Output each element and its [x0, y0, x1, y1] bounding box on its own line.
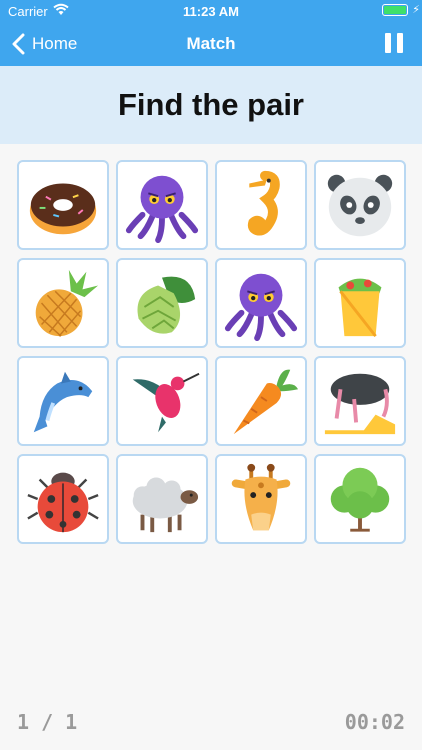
back-button-label: Home	[32, 34, 78, 53]
card-dolphin[interactable]	[17, 356, 109, 446]
sheep-icon	[132, 477, 199, 533]
back-button[interactable]: Home	[10, 32, 77, 56]
seahorse-icon	[247, 170, 280, 236]
card-grid	[17, 160, 406, 544]
tree-icon	[330, 467, 390, 532]
card-sheep[interactable]	[116, 454, 208, 544]
card-hummingbird[interactable]	[116, 356, 208, 446]
card-giraffe[interactable]	[215, 454, 307, 544]
hummingbird-icon	[132, 372, 200, 433]
pause-icon-bar	[397, 33, 403, 53]
card-seahorse[interactable]	[215, 160, 307, 250]
progress-counter: 1 / 1	[17, 710, 78, 734]
pause-icon-bar	[385, 33, 391, 53]
octopus-icon	[224, 273, 298, 342]
card-hop[interactable]	[116, 258, 208, 348]
ostrich-icon	[324, 373, 396, 435]
panda-icon	[327, 174, 393, 237]
card-burrito[interactable]	[314, 258, 406, 348]
instruction-banner: Find the pair	[0, 66, 422, 144]
charging-icon: ⚡	[412, 4, 420, 16]
clock: 11:23 AM	[183, 4, 239, 19]
hop-icon	[137, 276, 196, 334]
chevron-left-icon	[12, 33, 25, 55]
ladybug-icon	[27, 472, 99, 533]
instruction-title: Find the pair	[118, 87, 304, 122]
card-octopus[interactable]	[215, 258, 307, 348]
navigation-bar: Home Match	[0, 22, 422, 66]
card-octopus[interactable]	[116, 160, 208, 250]
burrito-icon	[338, 278, 382, 338]
card-carrot[interactable]	[215, 356, 307, 446]
donut-icon	[29, 183, 97, 235]
card-tree[interactable]	[314, 454, 406, 544]
carrot-icon	[233, 369, 299, 435]
card-donut[interactable]	[17, 160, 109, 250]
status-bar: Carrier 11:23 AM ⚡	[0, 0, 422, 22]
octopus-icon	[125, 175, 199, 244]
giraffe-icon	[231, 463, 291, 531]
pineapple-icon	[35, 269, 99, 337]
card-panda[interactable]	[314, 160, 406, 250]
pause-button[interactable]	[384, 33, 404, 55]
timer: 00:02	[344, 710, 405, 734]
card-ladybug[interactable]	[17, 454, 109, 544]
card-pineapple[interactable]	[17, 258, 109, 348]
card-ostrich[interactable]	[314, 356, 406, 446]
dolphin-icon	[33, 371, 93, 433]
